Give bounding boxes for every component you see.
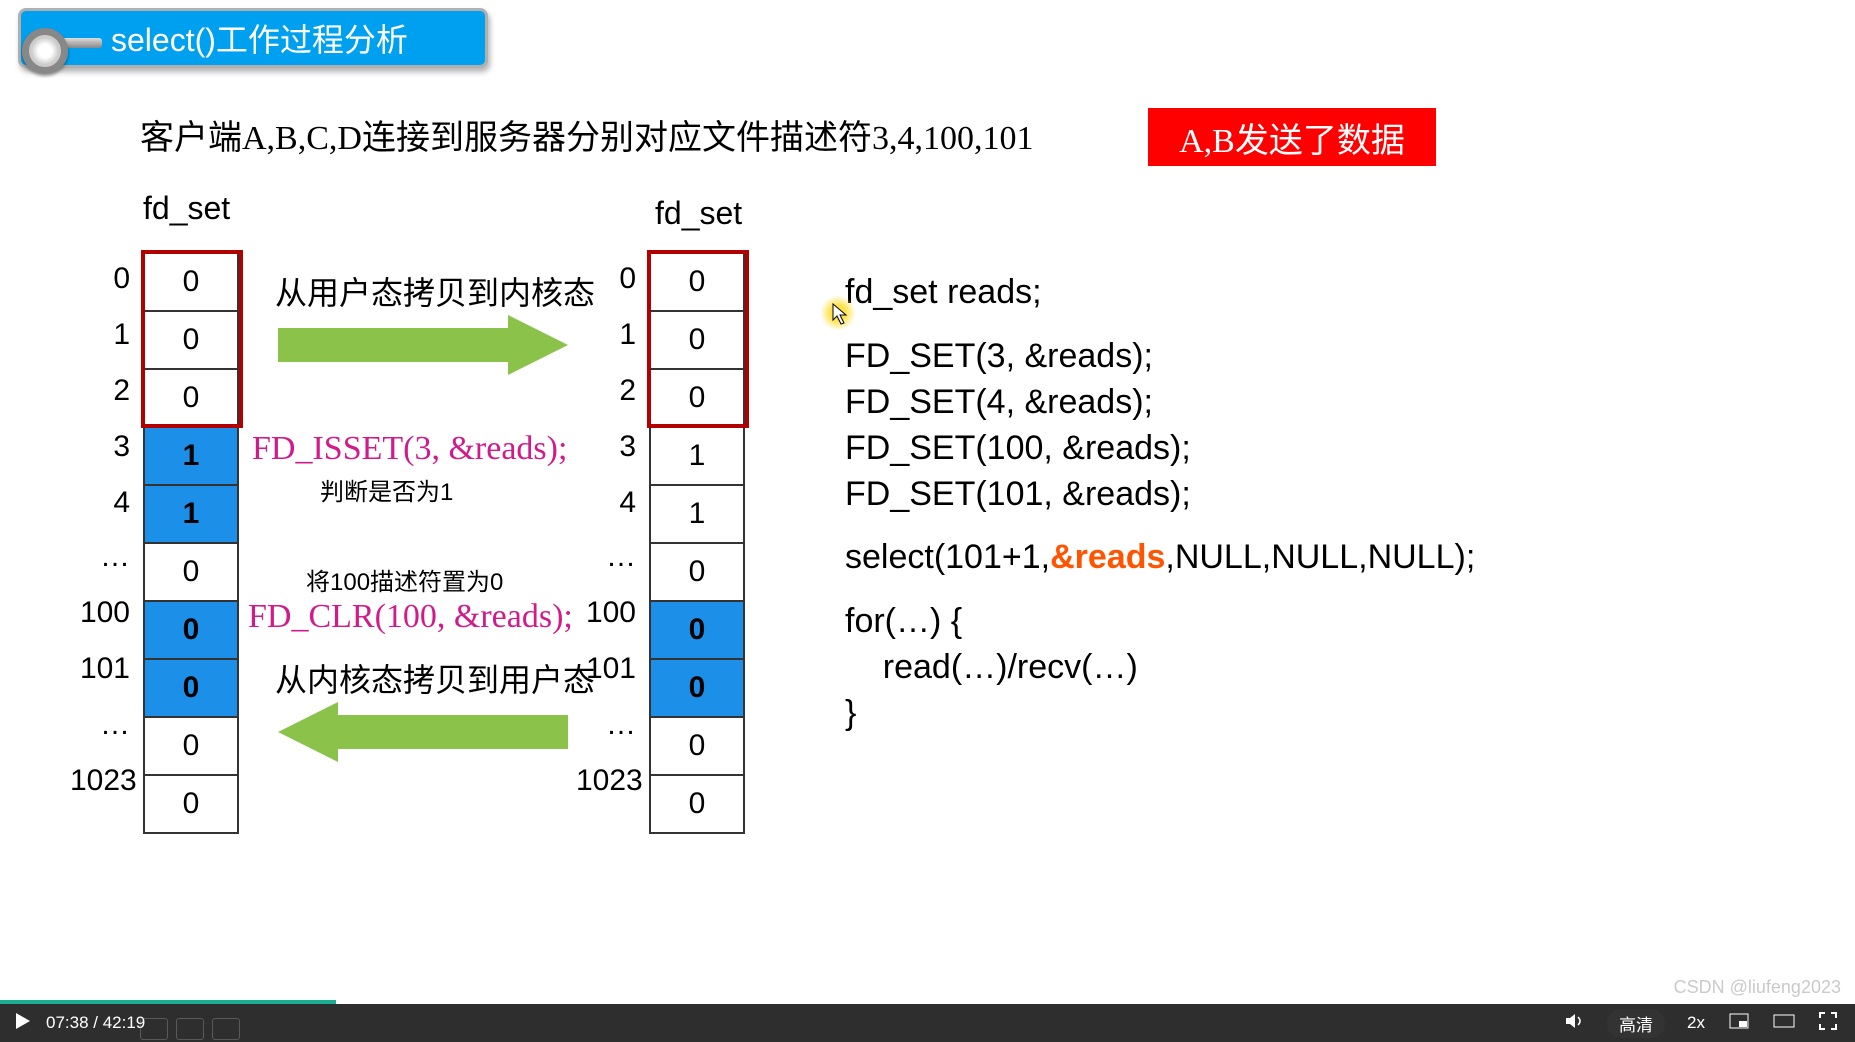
wide-button[interactable]	[1773, 1013, 1795, 1033]
control-a[interactable]	[140, 1018, 168, 1040]
code-line-8: read(…)/recv(…)	[845, 645, 1475, 691]
code-line-9: }	[845, 691, 1475, 737]
left-cell-2: 0	[144, 369, 238, 427]
arrow-bot-label: 从内核态拷贝到用户态	[275, 655, 595, 701]
control-c[interactable]	[212, 1018, 240, 1040]
right-cell-5: 0	[650, 543, 744, 601]
control-b[interactable]	[176, 1018, 204, 1040]
arrow-right-icon	[278, 315, 568, 375]
left-table-label: fd_set	[143, 190, 230, 227]
cursor-highlight	[820, 295, 856, 331]
left-cell-6: 0	[144, 601, 238, 659]
left-cell-8: 0	[144, 717, 238, 775]
arrow-top-label: 从用户态拷贝到内核态	[275, 268, 595, 314]
left-cell-5: 0	[144, 543, 238, 601]
play-button[interactable]	[14, 1012, 32, 1035]
right-cell-9: 0	[650, 775, 744, 833]
right-fdset-table: 0 0 0 1 1 0 0 0 0 0	[649, 252, 745, 834]
right-cell-7: 0	[650, 659, 744, 717]
quality-button[interactable]: 高清	[1607, 1009, 1665, 1038]
fdisset-annotation: FD_ISSET(3, &reads);	[252, 430, 567, 468]
left-cell-3: 1	[144, 427, 238, 485]
title-text: select()工作过程分析	[111, 15, 408, 61]
right-cell-8: 0	[650, 717, 744, 775]
right-cell-6: 0	[650, 601, 744, 659]
right-cell-4: 1	[650, 485, 744, 543]
code-line-6: select(101+1,&reads,NULL,NULL,NULL);	[845, 535, 1475, 581]
right-cell-1: 0	[650, 311, 744, 369]
speed-button[interactable]: 2x	[1687, 1013, 1705, 1033]
pip-button[interactable]	[1729, 1013, 1749, 1034]
extra-controls	[140, 1018, 240, 1040]
code-line-3: FD_SET(4, &reads);	[845, 380, 1475, 426]
right-cell-2: 0	[650, 369, 744, 427]
fdclr-note: 将100描述符置为0	[306, 562, 503, 597]
code-line-2: FD_SET(3, &reads);	[845, 334, 1475, 380]
fdclr-annotation: FD_CLR(100, &reads);	[248, 598, 573, 636]
left-cell-0: 0	[144, 253, 238, 311]
left-fdset-table: 0 0 0 1 1 0 0 0 0 0	[143, 252, 239, 834]
code-block: fd_set reads; FD_SET(3, &reads); FD_SET(…	[845, 270, 1475, 737]
left-cell-4: 1	[144, 485, 238, 543]
right-cell-0: 0	[650, 253, 744, 311]
left-cell-7: 0	[144, 659, 238, 717]
time-display: 07:38 / 42:19	[46, 1013, 145, 1033]
code-line-1: fd_set reads;	[845, 270, 1475, 316]
status-badge: A,B发送了数据	[1148, 108, 1436, 166]
right-table-label: fd_set	[655, 195, 742, 232]
code-line-4: FD_SET(100, &reads);	[845, 426, 1475, 472]
volume-button[interactable]	[1565, 1012, 1585, 1035]
left-cell-9: 0	[144, 775, 238, 833]
code-line-7: for(…) {	[845, 599, 1475, 645]
right-cell-3: 1	[650, 427, 744, 485]
watermark: CSDN @liufeng2023	[1674, 977, 1841, 998]
player-bar: 07:38 / 42:19 高清 2x	[0, 1004, 1855, 1042]
arrow-left-icon	[278, 702, 568, 762]
code-line-5: FD_SET(101, &reads);	[845, 472, 1475, 518]
fdisset-note: 判断是否为1	[320, 472, 453, 507]
left-cell-1: 0	[144, 311, 238, 369]
subtitle: 客户端A,B,C,D连接到服务器分别对应文件描述符3,4,100,101	[140, 110, 1033, 159]
fullscreen-button[interactable]	[1819, 1012, 1837, 1035]
binder-ring	[22, 28, 68, 74]
